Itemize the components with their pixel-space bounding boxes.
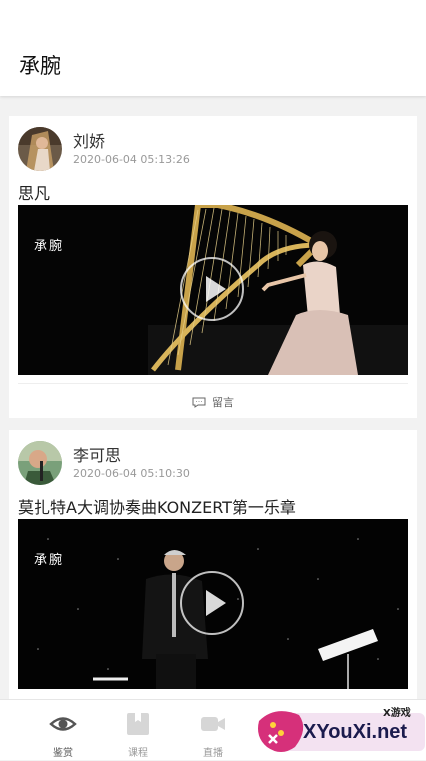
eye-icon (49, 717, 77, 731)
video-watermark: 承腕 (34, 553, 65, 568)
divider (18, 383, 408, 384)
tab-courses[interactable]: 课程 (100, 700, 176, 760)
play-icon (206, 590, 226, 616)
play-button[interactable] (180, 257, 244, 321)
watermark-text: XYouXi.net (303, 721, 408, 743)
tab-label: 课程 (128, 748, 148, 759)
page-title: 承腕 (19, 54, 61, 78)
top-app-bar: 承腕 (0, 0, 426, 96)
post-timestamp: 2020-06-04 05:10:30 (73, 467, 190, 480)
avatar[interactable] (18, 441, 62, 485)
avatar[interactable] (18, 127, 62, 171)
video-player[interactable]: 承腕 (18, 519, 408, 689)
watermark-logo: X游戏 XYouXi.net (255, 703, 425, 757)
post-timestamp: 2020-06-04 05:13:26 (73, 153, 190, 166)
book-icon (127, 713, 149, 735)
comment-icon (192, 397, 206, 408)
author-name[interactable]: 刘娇 (73, 128, 105, 152)
tab-label: 鉴赏 (53, 748, 73, 759)
video-watermark: 承腕 (34, 239, 65, 254)
play-icon (206, 276, 226, 302)
comment-label: 留言 (212, 396, 234, 409)
watermark-tag: X游戏 (383, 708, 411, 719)
play-button[interactable] (180, 571, 244, 635)
video-camera-icon (201, 717, 225, 731)
post-title[interactable]: 思凡 (18, 180, 50, 204)
post-card[interactable]: 李可思 2020-06-04 05:10:30 莫扎特A大调协奏曲KONZERT… (9, 430, 417, 710)
tab-live[interactable]: 直播 (175, 700, 251, 760)
tab-appreciate[interactable]: 鉴赏 (25, 700, 101, 760)
tab-label: 直播 (203, 748, 223, 759)
video-player[interactable]: 承腕 (18, 205, 408, 375)
post-title[interactable]: 莫扎特A大调协奏曲KONZERT第一乐章 (18, 494, 296, 518)
author-name[interactable]: 李可思 (73, 442, 121, 466)
post-card[interactable]: 刘娇 2020-06-04 05:13:26 思凡 承腕 留言 (9, 116, 417, 418)
comment-button[interactable]: 留言 (9, 392, 417, 412)
